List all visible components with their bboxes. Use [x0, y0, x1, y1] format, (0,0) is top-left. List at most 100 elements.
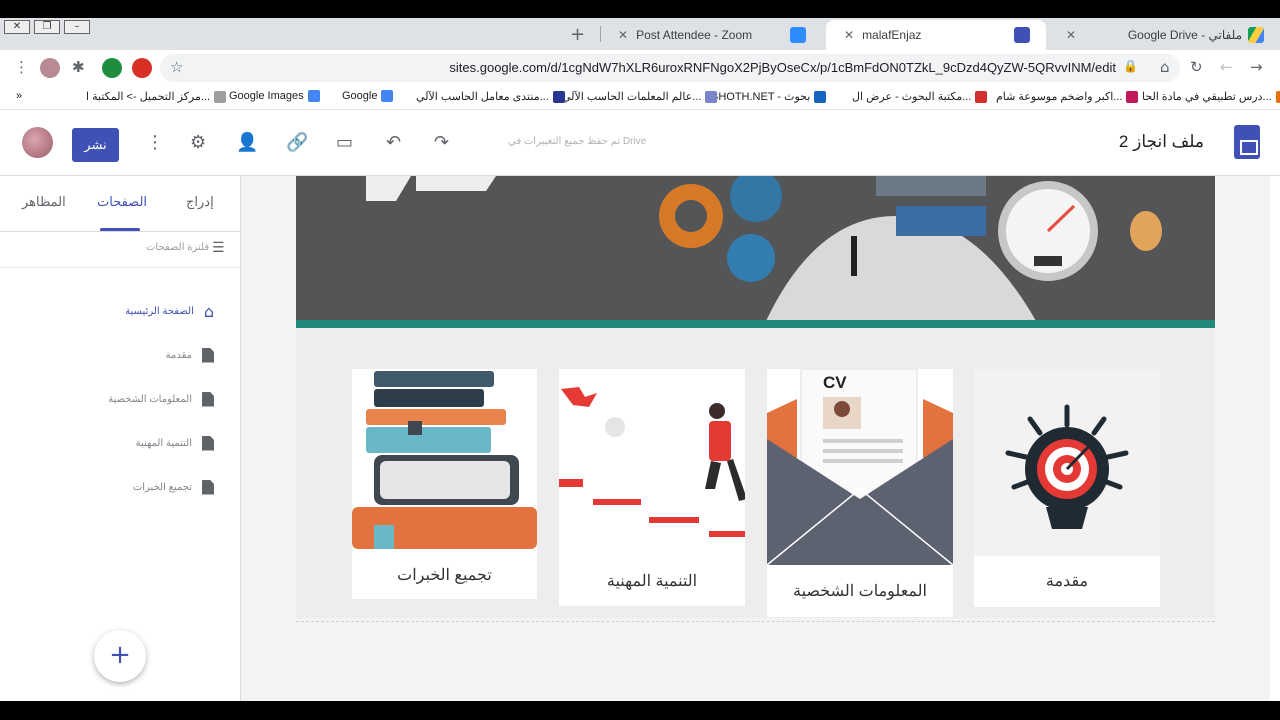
more-options-icon[interactable]: ⋮ — [146, 132, 164, 153]
tab-themes[interactable]: المظاهر — [22, 194, 66, 210]
bookmark-item[interactable]: مكتبة البحوث - عرض ال... — [852, 90, 988, 103]
tab-insert[interactable]: إدراج — [186, 194, 214, 210]
bookmark-favicon-icon — [814, 90, 827, 103]
restore-window-button[interactable]: ❐ — [34, 20, 60, 34]
panel-divider — [0, 267, 241, 268]
close-tab-icon[interactable]: ✕ — [1066, 28, 1076, 42]
document-icon — [202, 479, 214, 495]
add-page-button[interactable]: + — [94, 630, 146, 682]
stairs-climber-image — [559, 369, 745, 551]
banner-accent-stripe — [296, 320, 1215, 328]
right-edge-strip — [1270, 176, 1280, 701]
saved-status: تم حفظ جميع التغييرات في Drive — [508, 136, 647, 147]
extensions-icon[interactable]: ✱ — [72, 58, 85, 76]
header-banner[interactable] — [296, 176, 1215, 321]
google-favicon-icon — [381, 90, 394, 102]
bookmark-item[interactable]: Google Images — [229, 90, 320, 102]
tab-google-drive[interactable]: ✕ Google Drive - ملفاتي — [1048, 20, 1280, 50]
tab-pages[interactable]: الصفحات — [97, 194, 147, 210]
cv-envelope-image: CV — [767, 369, 953, 565]
window-controls: ✕ ❐ – — [4, 20, 90, 34]
bookmark-item[interactable]: مركز التحميل -> المكتبة ا... — [86, 90, 227, 103]
bookmark-item[interactable]: BHOTH.NET - بحوث — [711, 90, 827, 103]
publish-button[interactable]: نشر — [72, 128, 119, 162]
books-image — [352, 369, 537, 551]
bookmark-favicon-icon — [975, 90, 988, 103]
share-add-person-icon[interactable]: 👤 — [236, 132, 258, 153]
card-professional-development[interactable]: التنمية المهنية — [559, 369, 745, 606]
site-title[interactable]: ملف انجاز 2 — [1119, 132, 1204, 152]
tab-malafenjaz[interactable]: ✕ malafEnjaz — [826, 20, 1046, 50]
card-personal-information[interactable]: CV المعلومات الشخصية — [767, 369, 953, 617]
tab-strip: ✕ ❐ – + ✕ Post Attendee - Zoom ✕ malafEn… — [0, 18, 1280, 50]
home-icon[interactable]: ⌂ — [1160, 58, 1170, 76]
account-avatar[interactable] — [22, 127, 53, 158]
address-bar[interactable]: ☆ sites.google.com/d/1cgNdW7hXLR6uroxRNF… — [160, 54, 1180, 82]
bookmark-favicon-icon — [705, 90, 718, 103]
tab-zoom[interactable]: ✕ Post Attendee - Zoom — [600, 20, 822, 50]
card-caption: التنمية المهنية — [606, 573, 698, 590]
forward-icon[interactable]: ← — [1220, 58, 1233, 76]
profile-avatar[interactable] — [40, 58, 60, 78]
adblock-icon[interactable] — [132, 58, 152, 78]
close-tab-icon[interactable]: ✕ — [618, 28, 628, 42]
tab-title: Google Drive - ملفاتي — [1127, 28, 1242, 42]
tab-title: malafEnjaz — [862, 28, 922, 42]
drive-favicon-icon — [1248, 27, 1264, 43]
bookmark-item[interactable]: اكبر واضخم موسوعة شام... — [996, 90, 1139, 103]
page-item-professional-development[interactable]: التنمية المهنية — [136, 433, 214, 453]
bookmark-item[interactable]: عالم المعلمات الحاسب الآلي... — [562, 90, 718, 103]
card-caption: تجميع الخبرات — [397, 567, 492, 584]
page-item-experience[interactable]: تجميع الخبرات — [133, 477, 214, 497]
card-introduction[interactable]: مقدمة — [974, 369, 1160, 607]
more-bookmarks-button[interactable]: » — [16, 90, 22, 102]
close-tab-icon[interactable]: ✕ — [844, 28, 854, 42]
bookmark-favicon-icon — [1126, 90, 1139, 103]
preview-devices-icon[interactable]: ▭ — [336, 132, 353, 153]
sites-header: نشر ⋮ ⚙ 👤 🔗 ▭ ↶ ↷ تم حفظ جميع التغييرات … — [0, 110, 1280, 176]
bookmark-item[interactable]: منتدى معامل الحاسب الآلي... — [416, 90, 565, 103]
lightbulb-target-image — [974, 369, 1160, 556]
google-sites-logo-icon[interactable] — [1234, 125, 1260, 159]
card-caption: المعلومات الشخصية — [792, 583, 927, 600]
page-item-personal-information[interactable]: المعلومات الشخصية — [108, 389, 214, 409]
banner-illustration — [296, 176, 1215, 321]
bookmark-item[interactable]: درس تطبيقي في مادة الحا... — [1142, 90, 1280, 103]
redo-icon[interactable]: ↷ — [434, 132, 449, 153]
copy-link-icon[interactable]: 🔗 — [286, 132, 308, 153]
cv-badge: CV — [823, 373, 847, 392]
shield-extension-icon[interactable] — [102, 58, 122, 78]
page-item-label: مقدمة — [165, 349, 192, 361]
lock-icon: 🔒 — [1123, 59, 1138, 73]
bookmark-favicon-icon — [552, 90, 565, 103]
page-item-label: التنمية المهنية — [135, 437, 192, 449]
bookmark-favicon-icon — [1275, 90, 1280, 103]
browser-menu-icon[interactable]: ⋮ — [14, 58, 29, 76]
page-item-home[interactable]: الصفحة الرئيسية ⌂ — [125, 301, 214, 321]
section-divider — [296, 621, 1215, 622]
side-panel: إدراج الصفحات المظاهر فلترة الصفحات ☰ ال… — [0, 176, 241, 701]
screen: ✕ ❐ – + ✕ Post Attendee - Zoom ✕ malafEn… — [0, 18, 1280, 701]
reload-icon[interactable]: ↻ — [1190, 58, 1203, 76]
back-icon[interactable]: → — [1250, 58, 1263, 76]
page-item-label: المعلومات الشخصية — [108, 393, 192, 405]
document-icon — [202, 347, 214, 363]
new-tab-button[interactable]: + — [570, 24, 585, 45]
undo-icon[interactable]: ↶ — [386, 132, 401, 153]
bookmark-favicon-icon — [214, 90, 227, 103]
filter-pages-input[interactable]: فلترة الصفحات — [146, 242, 209, 253]
tab-title: Post Attendee - Zoom — [636, 28, 753, 42]
home-icon: ⌂ — [203, 301, 214, 321]
bookmark-item[interactable]: Google — [342, 90, 394, 102]
page-item-label: الصفحة الرئيسية — [125, 305, 194, 317]
close-window-button[interactable]: ✕ — [4, 20, 30, 34]
filter-list-icon[interactable]: ☰ — [212, 240, 225, 256]
minimize-window-button[interactable]: – — [64, 20, 90, 34]
settings-gear-icon[interactable]: ⚙ — [190, 132, 206, 153]
bookmark-star-icon[interactable]: ☆ — [170, 58, 183, 76]
page-item-introduction[interactable]: مقدمة — [166, 345, 214, 365]
card-experience[interactable]: تجميع الخبرات — [352, 369, 537, 599]
page-item-label: تجميع الخبرات — [132, 481, 192, 493]
browser-toolbar: ⋮ ✱ ☆ sites.google.com/d/1cgNdW7hXLR6uro… — [0, 50, 1280, 86]
google-favicon-icon — [307, 90, 320, 102]
